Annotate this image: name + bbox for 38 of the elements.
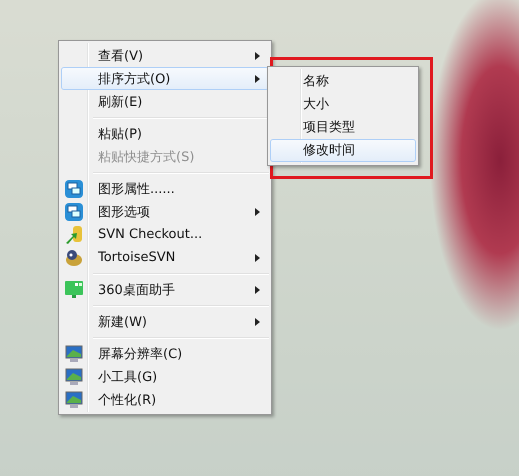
menu-item[interactable]: 360桌面助手 (61, 278, 269, 301)
submenu-arrow-icon (255, 52, 260, 60)
menu-item-label: 粘贴(P) (98, 126, 142, 142)
submenu-arrow-icon (255, 208, 260, 216)
menu-item-label: 查看(V) (98, 48, 144, 64)
menu-item[interactable]: 查看(V) (61, 44, 269, 67)
menu-item-label: 新建(W) (98, 314, 147, 330)
menu-item-label: TortoiseSVN (98, 250, 176, 265)
menu-item-label: 图形属性...... (98, 180, 175, 198)
menu-item[interactable]: SVN Checkout... (61, 223, 269, 246)
submenu-arrow-icon (255, 318, 260, 326)
menu-item[interactable]: 图形属性...... (61, 177, 269, 200)
menu-item[interactable]: 粘贴(P) (61, 122, 269, 145)
menu-item[interactable]: 刷新(E) (61, 90, 269, 113)
menu-item-label: 刷新(E) (98, 94, 142, 110)
menu-item-label: 图形选项 (98, 204, 150, 220)
menu-item[interactable]: 新建(W) (61, 310, 269, 333)
menu-item[interactable]: 屏幕分辨率(C) (61, 342, 269, 365)
menu-item[interactable]: 图形选项 (61, 200, 269, 223)
menu-item[interactable]: TortoiseSVN (61, 246, 269, 269)
submenu-item[interactable]: 名称 (270, 70, 416, 93)
menu-item-label: 小工具(G) (98, 368, 158, 386)
arrow-cylinder-icon (64, 225, 84, 245)
menu-item[interactable]: 个性化(R) (61, 388, 269, 411)
submenu-item[interactable]: 修改时间 (270, 139, 416, 162)
submenu-arrow-icon (255, 75, 260, 83)
menu-item[interactable]: 小工具(G) (61, 365, 269, 388)
menu-item-label: 360桌面助手 (98, 282, 175, 298)
submenu-arrow-icon (255, 254, 260, 262)
submenu-arrow-icon (255, 286, 260, 294)
menu-item-label: 屏幕分辨率(C) (98, 346, 182, 362)
submenu-item[interactable]: 大小 (270, 93, 416, 116)
menu-item-label: 排序方式(O) (98, 70, 170, 88)
menu-item-label: SVN Checkout... (98, 227, 202, 242)
menu-item-label: 个性化(R) (98, 392, 156, 408)
submenu-item[interactable]: 项目类型 (270, 116, 416, 139)
menu-item[interactable]: 排序方式(O) (61, 67, 269, 90)
menu-item-label: 粘贴快捷方式(S) (98, 148, 194, 166)
